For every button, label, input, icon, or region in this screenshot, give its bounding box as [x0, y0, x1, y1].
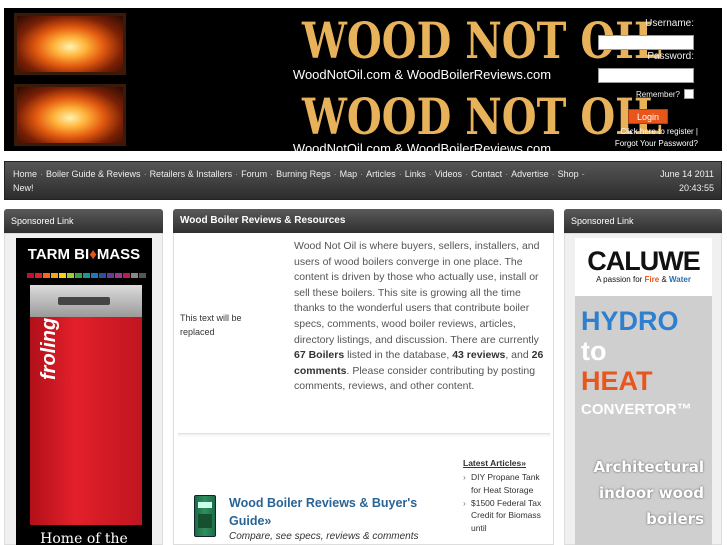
caluwe-tagline: A passion for Fire & Water	[596, 275, 691, 284]
server-time: 20:43:55	[678, 183, 714, 193]
tarm-ad-caption: Home of the	[40, 531, 128, 545]
latest-articles-link[interactable]: Latest Articles»	[463, 458, 543, 468]
remember-label: Remember?	[635, 89, 680, 99]
login-panel: Username: Password: Remember? Login Clic…	[592, 8, 722, 151]
ad-line-hydro: HYDRO	[581, 306, 679, 336]
nav-item-new[interactable]: New!	[13, 183, 34, 193]
boiler-icon[interactable]	[194, 495, 216, 537]
nav-item-burning-regs[interactable]: Burning Regs	[276, 169, 331, 179]
intro-paragraph: Wood Not Oil is where buyers, sellers, i…	[294, 240, 544, 393]
site-header: WOOD NOT OIL WoodNotOil.com & WoodBoiler…	[4, 8, 722, 151]
nav-item-shop[interactable]: Shop	[558, 169, 579, 179]
register-link[interactable]: Click here to register |	[588, 126, 698, 138]
center-content-box: This text will be replaced Wood Not Oil …	[173, 233, 554, 545]
site-logo-subtitle: WoodNotOil.com & WoodBoilerReviews.com	[292, 67, 552, 82]
article-link[interactable]: DIY Propane Tank for Heat Storage	[463, 471, 543, 497]
boilers-count: 67 Boilers	[294, 349, 345, 362]
caluwe-logo: CALUWE	[587, 246, 700, 276]
red-boiler-image: froling	[30, 285, 142, 525]
fire-image-bottom	[14, 84, 126, 146]
nav-item-forum[interactable]: Forum	[241, 169, 267, 179]
article-link[interactable]: $1500 Federal Tax Credit for Biomass unt…	[463, 497, 543, 535]
account-links: Click here to register | Forgot Your Pas…	[588, 126, 698, 150]
caluwe-ad[interactable]: CALUWE A passion for Fire & Water HYDRO …	[575, 238, 712, 545]
site-logo-title-repeat: WOOD NOT OIL	[302, 87, 662, 146]
nav-item-articles[interactable]: Articles	[366, 169, 396, 179]
server-date: June 14 2011	[660, 169, 714, 179]
nav-item-home[interactable]: Home	[13, 169, 37, 179]
froling-brand-text: froling	[38, 317, 60, 380]
right-sponsored-box: CALUWE A passion for Fire & Water HYDRO …	[564, 233, 722, 545]
username-input[interactable]	[598, 35, 694, 50]
tarm-biomass-ad[interactable]: TARM BI♦MASS froling Home of the	[16, 238, 152, 545]
buyers-guide-link[interactable]: Wood Boiler Reviews & Buyer's Guide»	[229, 494, 444, 530]
password-input[interactable]	[598, 68, 694, 83]
ad-line-convertor: CONVERTOR™	[581, 401, 692, 418]
nav-item-boiler-guide[interactable]: Boiler Guide & Reviews	[46, 169, 141, 179]
ad-line-to: to	[581, 336, 607, 366]
center-heading: Wood Boiler Reviews & Resources	[173, 209, 554, 233]
remember-checkbox[interactable]	[684, 89, 694, 99]
section-divider	[178, 433, 550, 437]
remember-me: Remember?	[636, 89, 694, 99]
flame-drop-icon: ♦	[89, 246, 97, 263]
latest-articles: Latest Articles» DIY Propane Tank for He…	[463, 458, 543, 535]
username-label: Username:	[645, 18, 694, 29]
password-label: Password:	[647, 51, 694, 62]
left-sponsored-heading: Sponsored Link	[4, 209, 163, 233]
left-sponsored-box: TARM BI♦MASS froling Home of the	[4, 233, 163, 545]
right-sponsored-heading: Sponsored Link	[564, 209, 722, 233]
site-logo-subtitle-repeat: WoodNotOil.com & WoodBoilerReviews.com	[292, 141, 552, 151]
reviews-count: 43 reviews	[452, 349, 506, 362]
buyers-guide-subtitle: Compare, see specs, reviews & comments	[229, 531, 419, 542]
fire-image-top	[14, 13, 126, 75]
nav-item-links[interactable]: Links	[405, 169, 426, 179]
nav-item-videos[interactable]: Videos	[435, 169, 462, 179]
forgot-password-link[interactable]: Forgot Your Password?	[588, 138, 698, 150]
ad-line-heat: HEAT	[581, 366, 653, 396]
color-swatches	[27, 273, 146, 278]
nav-item-advertise[interactable]: Advertise	[511, 169, 549, 179]
ad-description: Architectural indoor wood boilers	[593, 458, 704, 528]
nav-item-retailers[interactable]: Retailers & Installers	[150, 169, 233, 179]
server-datetime: June 14 2011 20:43:55	[660, 167, 714, 195]
main-nav-links: Home · Boiler Guide & Reviews · Retailers & …	[13, 169, 585, 193]
main-nav-bar: Home · Boiler Guide & Reviews · Retailers & …	[4, 161, 722, 200]
site-logo-title[interactable]: WOOD NOT OIL	[302, 16, 662, 66]
nav-item-map[interactable]: Map	[340, 169, 358, 179]
placeholder-text: This text will be replaced	[180, 313, 242, 337]
tarm-ad-brand: TARM BI♦MASS	[27, 246, 141, 263]
nav-item-contact[interactable]: Contact	[471, 169, 502, 179]
login-button[interactable]: Login	[628, 109, 668, 124]
